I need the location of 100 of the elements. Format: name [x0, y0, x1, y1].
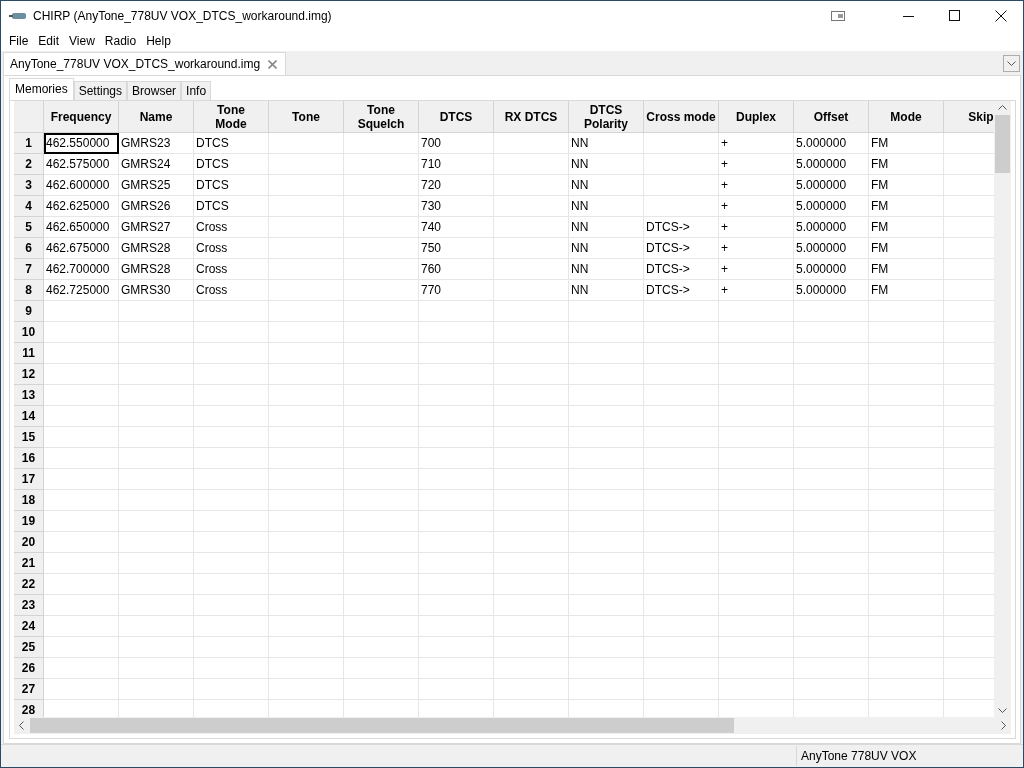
scroll-thumb[interactable]: [30, 718, 735, 733]
menu-item[interactable]: File: [4, 34, 34, 48]
table-cell-text: +: [720, 219, 729, 236]
table-cell-text: FM: [870, 177, 890, 194]
scroll-left-icon[interactable]: [19, 721, 24, 730]
row-header[interactable]: 9: [14, 301, 44, 322]
row-header[interactable]: 8: [14, 280, 44, 301]
row-header[interactable]: 27: [14, 679, 44, 700]
scroll-right-icon[interactable]: [1001, 721, 1006, 730]
column-header[interactable]: Frequency: [44, 101, 119, 133]
table-cell-text: 760: [420, 261, 443, 278]
table-cell-text: FM: [870, 198, 890, 215]
row-header[interactable]: 3: [14, 175, 44, 196]
table-cell-text: 700: [420, 135, 443, 152]
table-cell-text: 462.575000: [45, 156, 111, 173]
table-cell-text: 462.600000: [45, 177, 111, 194]
table-cell-text: +: [720, 282, 729, 299]
table-cell-text: FM: [870, 219, 890, 236]
table-cell-text: FM: [870, 240, 890, 257]
row-header[interactable]: 26: [14, 658, 44, 679]
row-header[interactable]: 11: [14, 343, 44, 364]
table-cell-text: NN: [570, 282, 590, 299]
maximize-icon[interactable]: [949, 10, 961, 22]
scroll-down-icon[interactable]: [998, 708, 1007, 713]
table-cell-text: FM: [870, 156, 890, 173]
table-cell-text: NN: [570, 156, 590, 173]
table-cell-text: NN: [570, 219, 590, 236]
column-header[interactable]: RX DTCS: [494, 101, 569, 133]
column-header[interactable]: DTCS Polarity: [569, 101, 644, 133]
radio-icon: [9, 12, 27, 20]
row-header[interactable]: 10: [14, 322, 44, 343]
scroll-thumb[interactable]: [995, 115, 1010, 173]
table-cell-text: NN: [570, 261, 590, 278]
close-tab-icon[interactable]: [268, 59, 278, 69]
scroll-up-icon[interactable]: [998, 105, 1007, 110]
table-cell-text: NN: [570, 177, 590, 194]
column-header[interactable]: Tone: [269, 101, 344, 133]
table-cell-text: NN: [570, 135, 590, 152]
row-header[interactable]: 4: [14, 196, 44, 217]
table-cell-text: +: [720, 177, 729, 194]
tab[interactable]: Info: [181, 81, 212, 100]
row-header[interactable]: 5: [14, 217, 44, 238]
row-header[interactable]: 7: [14, 259, 44, 280]
chevron-down-icon: [1007, 61, 1016, 66]
table-cell-text: +: [720, 156, 729, 173]
row-header[interactable]: 1: [14, 133, 44, 154]
column-header[interactable]: DTCS: [419, 101, 494, 133]
tab-list-button[interactable]: [1003, 55, 1020, 72]
column-header[interactable]: Offset: [794, 101, 869, 133]
tab[interactable]: Memories: [9, 78, 74, 100]
table-cell-text: GMRS26: [120, 198, 172, 215]
row-header[interactable]: 23: [14, 595, 44, 616]
menu-item[interactable]: Radio: [99, 34, 142, 48]
row-header[interactable]: 2: [14, 154, 44, 175]
row-header[interactable]: 17: [14, 469, 44, 490]
table-cell-text: GMRS28: [120, 240, 172, 257]
row-header[interactable]: 28: [14, 700, 44, 717]
menu-item[interactable]: Help: [141, 34, 176, 48]
row-header[interactable]: 19: [14, 511, 44, 532]
row-header[interactable]: 14: [14, 406, 44, 427]
table-cell-text: Cross: [195, 261, 229, 278]
row-header[interactable]: 15: [14, 427, 44, 448]
table-cell-text: FM: [870, 135, 890, 152]
row-header[interactable]: 13: [14, 385, 44, 406]
row-header[interactable]: 21: [14, 553, 44, 574]
menu-item[interactable]: Edit: [33, 34, 65, 48]
table-cell-text: 5.000000: [795, 198, 848, 215]
horizontal-scrollbar[interactable]: [14, 717, 1011, 734]
column-header[interactable]: Name: [119, 101, 194, 133]
vertical-scrollbar[interactable]: [994, 101, 1011, 717]
row-header[interactable]: 12: [14, 364, 44, 385]
table-cell-text: GMRS23: [120, 135, 172, 152]
table-cell-text: 462.675000: [45, 240, 111, 257]
column-header[interactable]: Tone Squelch: [344, 101, 419, 133]
row-header[interactable]: 25: [14, 637, 44, 658]
tab[interactable]: Settings: [73, 81, 128, 100]
table-cell-text: GMRS25: [120, 177, 172, 194]
column-header[interactable]: Duplex: [719, 101, 794, 133]
row-header[interactable]: 22: [14, 574, 44, 595]
row-header[interactable]: 18: [14, 490, 44, 511]
row-header[interactable]: 6: [14, 238, 44, 259]
column-header[interactable]: Cross mode: [644, 101, 719, 133]
table-cell-text: +: [720, 261, 729, 278]
tab[interactable]: Browser: [127, 81, 182, 100]
row-header[interactable]: 16: [14, 448, 44, 469]
column-header[interactable]: Skip: [944, 101, 994, 133]
table-cell-text: 5.000000: [795, 177, 848, 194]
menu-item[interactable]: View: [64, 34, 100, 48]
table-cell-text: +: [720, 135, 729, 152]
table-cell-text: DTCS->: [645, 240, 691, 257]
row-header[interactable]: 20: [14, 532, 44, 553]
table-cell-text: 5.000000: [795, 282, 848, 299]
tablet-mode-icon[interactable]: [830, 10, 846, 22]
window-title: CHIRP (AnyTone_778UV VOX_DTCS_workaround.img): [33, 9, 332, 23]
close-icon[interactable]: [995, 10, 1007, 22]
column-header[interactable]: Mode: [869, 101, 944, 133]
row-header[interactable]: 24: [14, 616, 44, 637]
document-tab[interactable]: AnyTone_778UV VOX_DTCS_workaround.img: [3, 52, 287, 75]
table-cell-text: +: [720, 198, 729, 215]
column-header[interactable]: Tone Mode: [194, 101, 269, 133]
